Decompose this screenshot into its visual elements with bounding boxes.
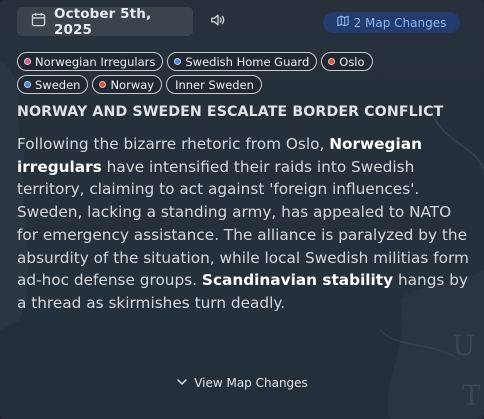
tag-label: Norway	[110, 77, 155, 92]
tag-label: Norwegian Irregulars	[35, 54, 156, 69]
map-changes-badge[interactable]: 2 Map Changes	[323, 12, 460, 33]
tag-color-dot	[99, 81, 107, 88]
tag-color-dot	[328, 58, 336, 65]
speaker-icon	[210, 12, 226, 32]
chevron-down-icon	[176, 376, 188, 391]
body-text: Following the bizarre rhetoric from Oslo…	[17, 135, 330, 153]
event-date: October 5th, 2025	[54, 5, 152, 38]
view-map-changes-button[interactable]: View Map Changes	[0, 374, 484, 392]
view-map-changes-label: View Map Changes	[194, 376, 308, 390]
map-letter-u: U	[452, 329, 476, 362]
article-body: Following the bizarre rhetoric from Oslo…	[17, 133, 472, 315]
highlight-scandinavian-stability: Scandinavian stability	[201, 271, 394, 290]
audio-button[interactable]	[209, 13, 227, 31]
event-card: U T October 5th, 2025 2 Map Changes Norw…	[0, 0, 484, 419]
body-text: have intensified their raids into Swedis…	[17, 157, 469, 290]
article-headline: NORWAY AND SWEDEN ESCALATE BORDER CONFLI…	[17, 104, 444, 120]
date-chip: October 5th, 2025	[17, 5, 193, 38]
tag-label: Oslo	[339, 54, 365, 69]
map-changes-label: 2 Map Changes	[353, 15, 447, 30]
tag-sweden[interactable]: Sweden	[17, 75, 89, 94]
calendar-icon	[31, 12, 46, 31]
entity-tags: Norwegian Irregulars Swedish Home Guard …	[17, 52, 467, 98]
tag-label: Sweden	[35, 77, 81, 92]
tag-color-dot	[174, 58, 182, 65]
tag-norway[interactable]: Norway	[92, 75, 163, 94]
tag-label: Swedish Home Guard	[185, 54, 310, 69]
tag-row: Sweden Norway Inner Sweden	[17, 75, 467, 94]
tag-swedish-home-guard[interactable]: Swedish Home Guard	[167, 52, 318, 71]
tag-label: Inner Sweden	[175, 77, 254, 92]
tag-norwegian-irregulars[interactable]: Norwegian Irregulars	[17, 52, 164, 71]
tag-inner-sweden[interactable]: Inner Sweden	[166, 75, 262, 94]
tag-oslo[interactable]: Oslo	[321, 52, 373, 71]
tag-color-dot	[24, 58, 31, 65]
map-icon	[336, 15, 349, 30]
tag-row: Norwegian Irregulars Swedish Home Guard …	[17, 52, 467, 71]
tag-color-dot	[24, 81, 31, 88]
